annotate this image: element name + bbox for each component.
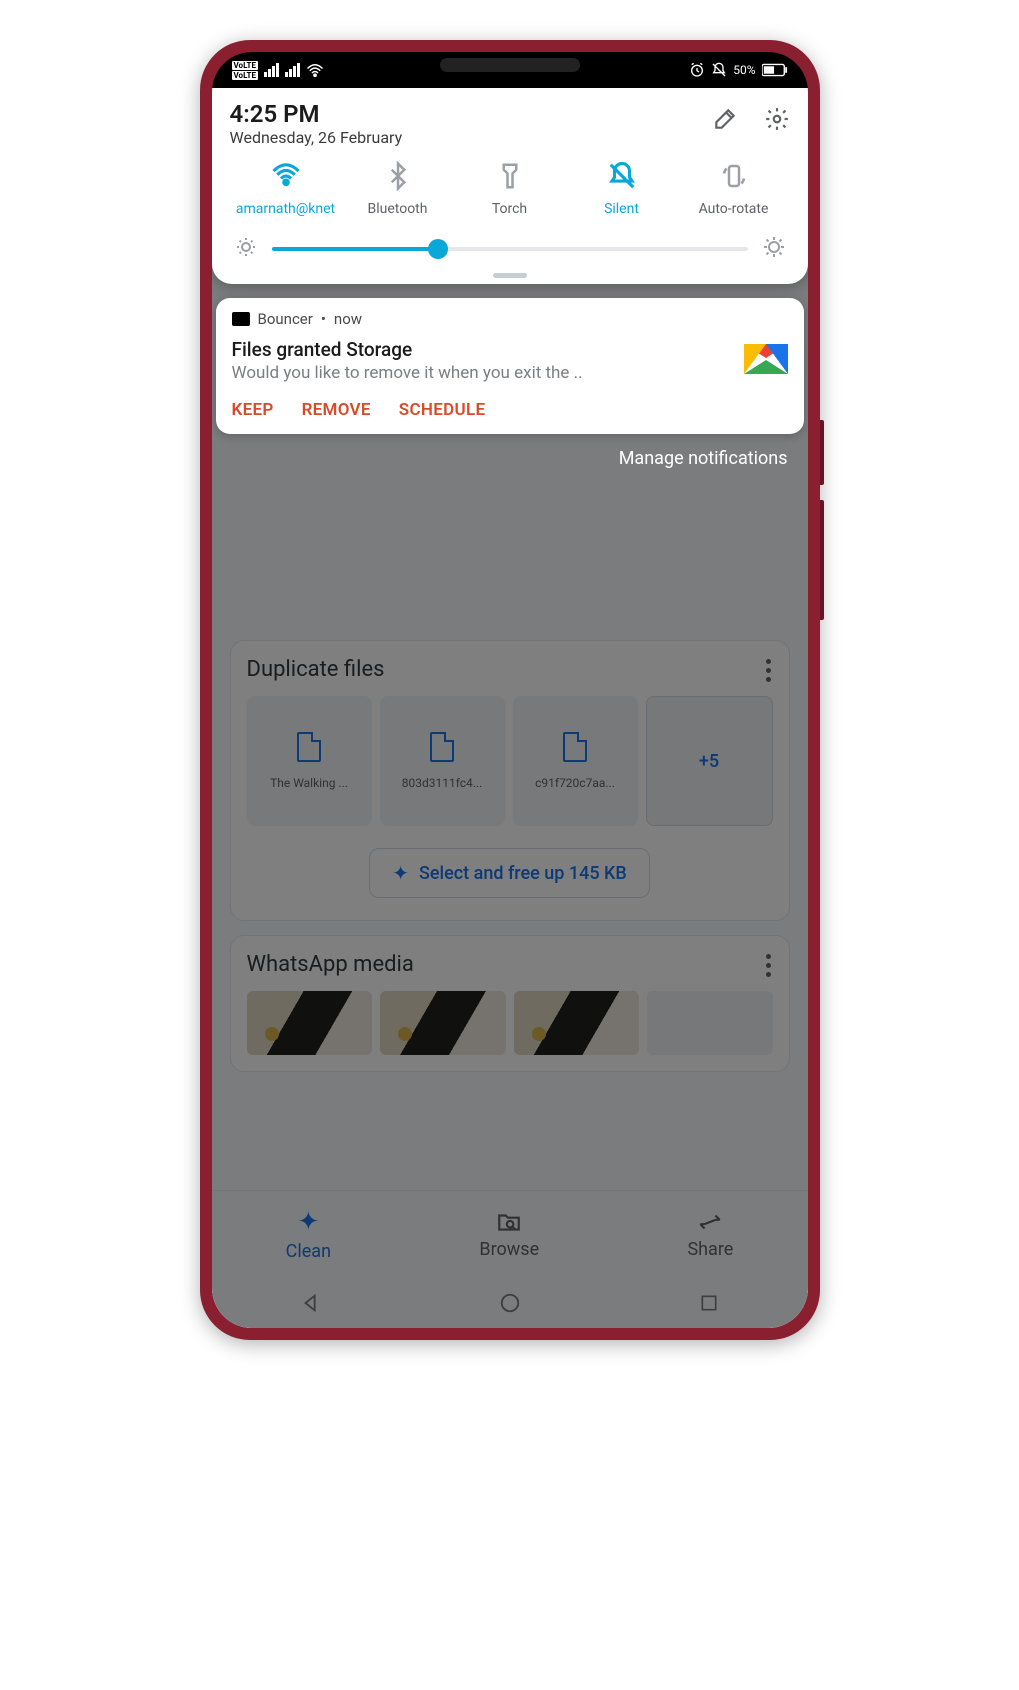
- brightness-slider[interactable]: [234, 235, 786, 263]
- rotate-icon: [719, 161, 749, 191]
- gear-icon[interactable]: [764, 106, 790, 132]
- phone-notch: [440, 58, 580, 72]
- action-remove[interactable]: REMOVE: [302, 400, 371, 420]
- notification-card[interactable]: Bouncer • now Files granted Storage Woul…: [216, 298, 804, 434]
- notification-app-name: Bouncer: [258, 310, 313, 328]
- notification-time: now: [334, 310, 362, 328]
- toggle-torch[interactable]: Torch: [454, 161, 566, 217]
- qs-date: Wednesday, 26 February: [230, 128, 403, 147]
- manage-notifications-link[interactable]: Manage notifications: [212, 434, 808, 475]
- wifi-icon: [271, 161, 301, 191]
- battery-percent: 50%: [733, 63, 755, 77]
- action-schedule[interactable]: SCHEDULE: [399, 400, 486, 420]
- slider-track[interactable]: [272, 247, 748, 251]
- toggle-wifi[interactable]: amarnath@knet: [230, 161, 342, 217]
- volte-indicator-2: VoLTE: [232, 71, 258, 80]
- signal-icon: [264, 63, 279, 77]
- toggle-silent[interactable]: Silent: [566, 161, 678, 217]
- qs-time: 4:25 PM: [230, 100, 403, 128]
- toggle-autorotate[interactable]: Auto-rotate: [678, 161, 790, 217]
- bluetooth-icon: [383, 161, 413, 191]
- quick-settings-panel: 4:25 PM Wednesday, 26 February amarnath@…: [212, 88, 808, 284]
- notification-title: Files granted Storage: [232, 338, 732, 361]
- panel-drag-handle[interactable]: [493, 273, 527, 278]
- battery-icon: [762, 63, 788, 77]
- volte-indicator-1: VoLTE: [232, 61, 258, 70]
- edit-icon[interactable]: [712, 106, 738, 132]
- signal-icon-2: [285, 63, 300, 77]
- alarm-icon: [689, 62, 705, 78]
- notification-desc: Would you like to remove it when you exi…: [232, 363, 732, 383]
- slider-thumb[interactable]: [428, 239, 448, 259]
- brightness-high-icon: [762, 235, 786, 263]
- action-keep[interactable]: KEEP: [232, 400, 274, 420]
- flashlight-icon: [495, 161, 525, 191]
- bell-off-icon: [607, 161, 637, 191]
- wifi-status-icon: [306, 63, 324, 77]
- mute-icon: [711, 62, 727, 78]
- toggle-bluetooth[interactable]: Bluetooth: [342, 161, 454, 217]
- notification-app-icon: [232, 312, 250, 326]
- brightness-low-icon: [234, 235, 258, 263]
- files-app-icon: [744, 344, 788, 384]
